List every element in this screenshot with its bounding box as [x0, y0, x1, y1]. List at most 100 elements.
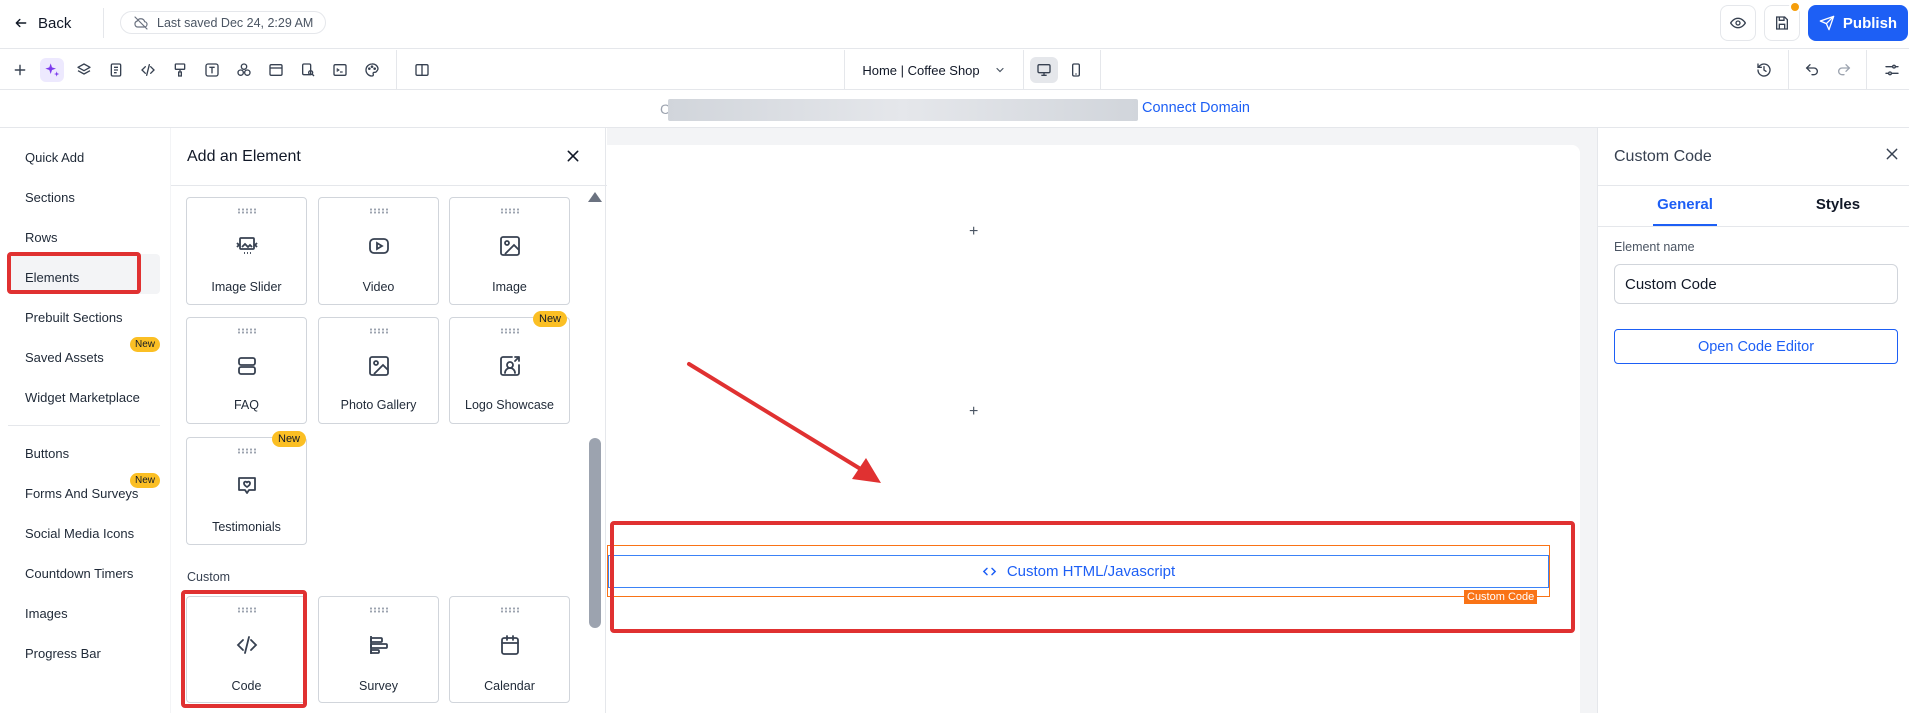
cloud-off-icon: [133, 15, 149, 31]
panel-title: Add an Element: [187, 148, 301, 165]
scrollbar-thumb[interactable]: [589, 438, 601, 628]
undo-icon[interactable]: [1800, 58, 1824, 82]
element-card-image-slider[interactable]: Image Slider: [186, 197, 307, 305]
back-button[interactable]: Back: [14, 12, 71, 34]
nav-item-widget-marketplace[interactable]: Widget Marketplace: [25, 390, 140, 405]
nav-item-forms-and-surveys[interactable]: Forms And Surveys: [25, 486, 138, 501]
settings-sliders-icon[interactable]: [1880, 58, 1904, 82]
nav-item-prebuilt-sections[interactable]: Prebuilt Sections: [25, 310, 123, 325]
image-slider-icon: [235, 234, 259, 258]
card-label: FAQ: [233, 398, 259, 412]
form-search-icon[interactable]: [296, 58, 320, 82]
page-selector[interactable]: Home | Coffee Shop: [844, 50, 1024, 90]
element-card-testimonials[interactable]: Testimonials: [186, 437, 307, 545]
image-icon: [498, 234, 522, 258]
new-badge: New: [130, 473, 161, 488]
arrow-left-icon: [14, 16, 28, 30]
element-card-image[interactable]: Image: [449, 197, 570, 305]
element-card-logo-showcase[interactable]: Logo Showcase: [449, 317, 570, 424]
connect-domain-link[interactable]: Connect Domain: [1142, 100, 1250, 116]
drag-handle-icon: [236, 448, 257, 454]
terminal-icon[interactable]: [328, 58, 352, 82]
left-nav: Quick Add Sections Rows Elements Prebuil…: [0, 128, 170, 713]
page-icon[interactable]: [104, 58, 128, 82]
nav-item-countdown-timers[interactable]: Countdown Timers: [25, 566, 133, 581]
palette-icon[interactable]: [360, 58, 384, 82]
tab-general[interactable]: General: [1620, 196, 1750, 213]
element-card-calendar[interactable]: Calendar: [449, 596, 570, 703]
faq-icon: [235, 354, 259, 378]
drag-handle-icon: [236, 208, 257, 214]
drag-handle-icon: [499, 607, 520, 613]
photo-gallery-icon: [367, 354, 391, 378]
element-card-video[interactable]: Video: [318, 197, 439, 305]
publish-button[interactable]: Publish: [1808, 5, 1908, 41]
mobile-view-button[interactable]: [1062, 57, 1090, 83]
annotation-highlight-elements: [7, 252, 141, 294]
element-card-faq[interactable]: FAQ: [186, 317, 307, 424]
new-badge: New: [533, 311, 568, 327]
properties-panel: Custom Code General Styles Element name …: [1597, 128, 1909, 713]
card-label: Photo Gallery: [340, 398, 417, 412]
tab-styles[interactable]: Styles: [1773, 196, 1903, 213]
apps-icon[interactable]: [232, 58, 256, 82]
nav-item-rows[interactable]: Rows: [25, 230, 58, 245]
toolbar-divider: [1866, 50, 1867, 90]
new-badge: New: [272, 431, 307, 447]
top-bar: Back Last saved Dec 24, 2:29 AM Publish: [0, 0, 1909, 49]
nav-item-quick-add[interactable]: Quick Add: [25, 150, 84, 165]
nav-item-social-media-icons[interactable]: Social Media Icons: [25, 526, 134, 541]
desktop-view-button[interactable]: [1030, 57, 1058, 83]
save-icon: [1774, 15, 1790, 31]
card-label: Logo Showcase: [465, 398, 554, 412]
publish-label: Publish: [1842, 14, 1898, 32]
calendar-icon: [498, 633, 522, 657]
layout-icon[interactable]: [264, 58, 288, 82]
scroll-up-arrow-icon[interactable]: [588, 192, 602, 202]
domain-bar: C Connect Domain: [0, 91, 1909, 128]
annotation-highlight-element: [610, 521, 1575, 633]
close-icon[interactable]: [1884, 146, 1900, 162]
redo-icon[interactable]: [1832, 58, 1856, 82]
card-label: Image Slider: [211, 280, 282, 294]
add-icon[interactable]: [8, 58, 32, 82]
history-icon[interactable]: [1752, 58, 1776, 82]
chevron-down-icon: [994, 64, 1006, 76]
card-label: Survey: [359, 679, 398, 693]
ai-sparkle-icon[interactable]: [40, 58, 64, 82]
element-name-label: Element name: [1614, 240, 1695, 254]
paint-brush-icon[interactable]: [168, 58, 192, 82]
preview-button[interactable]: [1720, 5, 1756, 41]
element-card-survey[interactable]: Survey: [318, 596, 439, 703]
page-selector-label: Home | Coffee Shop: [862, 62, 980, 78]
smartphone-icon: [1068, 62, 1084, 78]
properties-title: Custom Code: [1614, 148, 1712, 165]
nav-item-buttons[interactable]: Buttons: [25, 446, 69, 461]
card-label: Calendar: [484, 679, 535, 693]
testimonials-icon: [235, 474, 259, 498]
nav-item-sections[interactable]: Sections: [25, 190, 75, 205]
add-section-plus-icon[interactable]: +: [969, 403, 978, 421]
annotation-highlight-code: [181, 590, 307, 708]
code-toolbar-icon[interactable]: [136, 58, 160, 82]
add-section-plus-icon[interactable]: +: [969, 223, 978, 241]
close-icon[interactable]: [565, 148, 581, 164]
panel-toggle-icon[interactable]: [410, 58, 434, 82]
layers-icon[interactable]: [72, 58, 96, 82]
new-badge: New: [130, 337, 161, 352]
video-icon: [367, 234, 391, 258]
element-name-input[interactable]: [1614, 264, 1898, 304]
nav-item-progress-bar[interactable]: Progress Bar: [25, 646, 101, 661]
open-code-editor-button[interactable]: Open Code Editor: [1614, 329, 1898, 364]
card-label: Testimonials: [212, 520, 281, 534]
panel-header-divider: [1598, 185, 1909, 186]
back-label: Back: [38, 14, 72, 32]
annotation-arrow-icon: [687, 362, 881, 483]
nav-item-images[interactable]: Images: [25, 606, 68, 621]
nav-item-saved-assets[interactable]: Saved Assets: [25, 350, 104, 365]
text-icon[interactable]: [200, 58, 224, 82]
element-card-photo-gallery[interactable]: Photo Gallery: [318, 317, 439, 424]
panel-header-divider: [171, 185, 607, 186]
nav-divider: [8, 425, 160, 426]
tabs-divider: [1598, 226, 1909, 227]
